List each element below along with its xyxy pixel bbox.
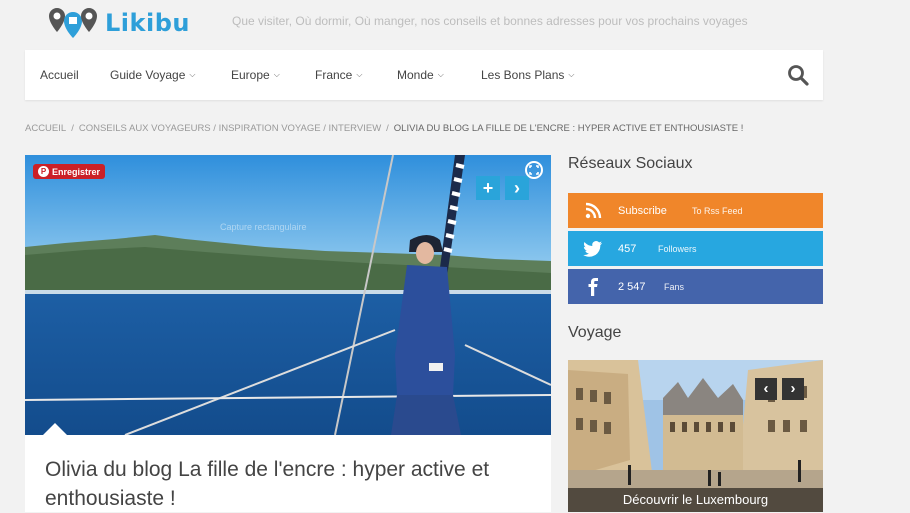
facebook-count: 2 547: [618, 280, 646, 293]
breadcrumb-link-inspiration[interactable]: Inspiration voyage: [219, 123, 321, 134]
pinterest-icon: P: [38, 166, 49, 177]
breadcrumb-separator: /: [320, 123, 329, 134]
slider-prev-button[interactable]: ‹: [755, 378, 777, 400]
nav-item-accueil[interactable]: Accueil: [40, 68, 79, 82]
breadcrumb-separator: /: [210, 123, 219, 134]
chevron-down-icon: ⌵: [568, 70, 575, 79]
article-title[interactable]: Olivia du blog La fille de l'encre : hyp…: [45, 455, 525, 513]
nav-label: Europe: [231, 68, 270, 82]
breadcrumb-separator: /: [386, 123, 389, 134]
nav-label: Les Bons Plans: [481, 68, 565, 82]
article-hero-image[interactable]: Capture rectangulaire P Enregistrer + ›: [25, 155, 551, 435]
facebook-sub: Fans: [664, 281, 685, 292]
nav-item-bons-plans[interactable]: Les Bons Plans ⌵: [481, 68, 574, 82]
widget-title-social: Réseaux Sociaux: [568, 155, 693, 172]
nav-label: Accueil: [40, 68, 79, 82]
nav-label: Monde: [397, 68, 434, 82]
chevron-down-icon: ⌵: [189, 70, 196, 79]
social-facebook[interactable]: 2 547 Fans: [568, 269, 823, 304]
site-logo[interactable]: Likibu: [47, 6, 190, 40]
breadcrumb-link-conseils[interactable]: Conseils aux voyageurs: [79, 123, 211, 134]
breadcrumb-link-accueil[interactable]: Accueil: [25, 123, 66, 134]
twitter-icon: [583, 240, 602, 257]
social-twitter[interactable]: 457 Followers: [568, 231, 823, 266]
rss-main: Subscribe: [618, 204, 667, 217]
nav-item-guide-voyage[interactable]: Guide Voyage ⌵: [110, 68, 195, 82]
logo-map-pins-icon: [49, 8, 97, 38]
fullscreen-icon: [529, 165, 539, 175]
breadcrumb-link-interview[interactable]: Interview: [329, 123, 382, 134]
breadcrumb-current: Olivia du blog La fille de l'encre : hyp…: [393, 123, 744, 134]
voyage-slider[interactable]: ‹ › Découvrir le Luxembourg: [568, 360, 823, 512]
chevron-down-icon: ⌵: [356, 70, 363, 79]
plus-icon: +: [482, 178, 494, 198]
image-notch: [43, 423, 67, 435]
breadcrumb: Accueil / Conseils aux voyageurs / Inspira…: [25, 123, 743, 134]
chevron-right-icon: ›: [790, 380, 796, 397]
breadcrumb-separator: /: [71, 123, 74, 134]
twitter-count: 457: [618, 242, 637, 255]
slider-next-button[interactable]: ›: [782, 378, 804, 400]
fullscreen-button[interactable]: [525, 161, 543, 179]
chevron-down-icon: ⌵: [437, 70, 444, 79]
logo-text: Likibu: [105, 9, 190, 37]
nav-item-france[interactable]: France ⌵: [315, 68, 362, 82]
main-navbar: Accueil Guide Voyage ⌵ Europe ⌵ France ⌵…: [25, 50, 823, 100]
site-tagline: Que visiter, Où dormir, Où manger, nos c…: [232, 14, 748, 28]
next-button[interactable]: ›: [505, 176, 529, 200]
pinterest-save-button[interactable]: P Enregistrer: [33, 164, 106, 179]
chevron-left-icon: ‹: [763, 380, 769, 397]
nav-item-europe[interactable]: Europe ⌵: [231, 68, 280, 82]
article-card: Capture rectangulaire P Enregistrer + › …: [25, 155, 551, 512]
chevron-down-icon: ⌵: [273, 70, 280, 79]
rss-icon: [585, 202, 602, 218]
nav-item-monde[interactable]: Monde ⌵: [397, 68, 444, 82]
nav-label: France: [315, 68, 353, 82]
chevron-right-icon: ›: [514, 178, 520, 198]
rss-sub: To Rss Feed: [692, 205, 743, 216]
twitter-sub: Followers: [658, 243, 697, 254]
facebook-icon: [588, 277, 598, 296]
search-button[interactable]: [787, 64, 809, 91]
image-watermark: Capture rectangulaire: [220, 222, 307, 232]
add-button[interactable]: +: [476, 176, 500, 200]
nav-label: Guide Voyage: [110, 68, 186, 82]
search-icon: [788, 65, 809, 86]
widget-title-voyage: Voyage: [568, 324, 622, 341]
save-label: Enregistrer: [52, 166, 101, 177]
voyage-caption[interactable]: Découvrir le Luxembourg: [568, 488, 823, 512]
sailing-photo: [25, 155, 551, 435]
social-rss[interactable]: Subscribe To Rss Feed: [568, 193, 823, 228]
